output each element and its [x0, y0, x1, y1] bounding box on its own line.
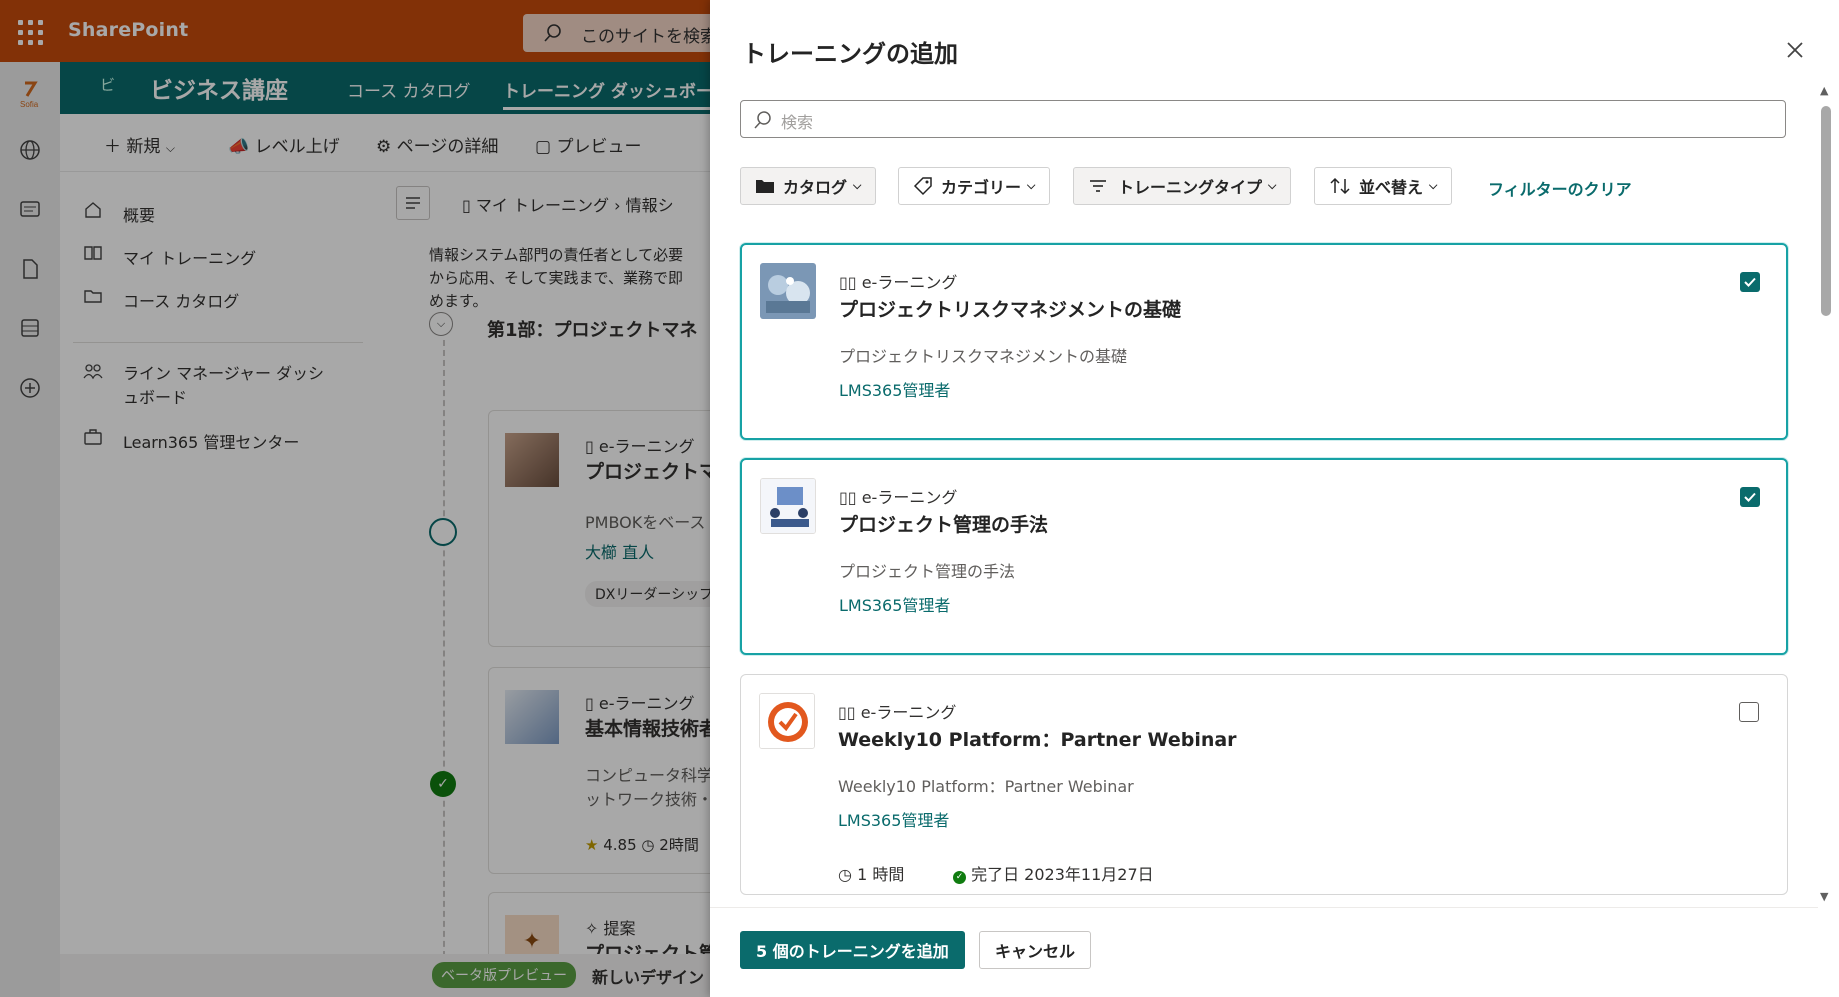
chevron-down-icon: ⌵	[1027, 179, 1036, 192]
modal-overlay[interactable]	[0, 0, 710, 997]
chevron-down-icon: ⌵	[1429, 179, 1438, 192]
search-icon	[754, 111, 771, 129]
panel-scrollbar[interactable]: ▲ ▼	[1818, 84, 1834, 907]
training-type: ▯▯ e-ラーニング	[839, 273, 958, 292]
training-type: ▯▯ e-ラーニング	[839, 488, 958, 507]
checkmark-icon	[1744, 492, 1756, 502]
search-placeholder: 検索	[781, 113, 814, 132]
clock-icon: ◷	[838, 865, 852, 884]
complete-check-icon: ✓	[953, 871, 966, 884]
clear-filters-link[interactable]: フィルターのクリア	[1488, 176, 1632, 200]
checkmark-icon	[1744, 277, 1756, 287]
training-option-card[interactable]: ▯▯ e-ラーニング プロジェクト管理の手法 プロジェクト管理の手法 LMS36…	[740, 458, 1788, 655]
training-thumbnail	[760, 263, 816, 319]
category-filter-button[interactable]: カテゴリー ⌵	[898, 167, 1051, 205]
scroll-up-icon[interactable]: ▲	[1820, 84, 1828, 97]
chevron-down-icon: ⌵	[853, 179, 862, 192]
book-icon: ▯▯	[839, 273, 857, 292]
close-icon[interactable]	[1783, 38, 1807, 62]
training-checkbox[interactable]	[1739, 702, 1759, 722]
catalog-filter-button[interactable]: カタログ ⌵	[740, 167, 877, 205]
training-checkbox[interactable]	[1740, 487, 1760, 507]
add-trainings-button[interactable]: 5 個のトレーニングを追加	[740, 931, 965, 969]
footer-divider	[710, 907, 1818, 908]
training-completed: ✓ 完了日 2023年11月27日	[953, 861, 1154, 885]
training-desc: プロジェクト管理の手法	[839, 562, 1016, 581]
training-thumbnail	[760, 478, 816, 534]
folder-icon	[756, 180, 774, 193]
training-author[interactable]: LMS365管理者	[838, 807, 949, 831]
panel-title: トレーニングの追加	[742, 40, 958, 68]
search-input[interactable]: 検索	[740, 100, 1786, 138]
panel-footer: 5 個のトレーニングを追加 キャンセル	[710, 907, 1839, 997]
scroll-thumb[interactable]	[1821, 106, 1831, 316]
training-type-filter-button[interactable]: トレーニングタイプ ⌵	[1073, 167, 1292, 205]
training-title: プロジェクトリスクマネジメントの基礎	[839, 299, 1182, 321]
training-option-card[interactable]: ▯▯ e-ラーニング Weekly10 Platform：Partner Web…	[740, 674, 1788, 895]
add-training-panel: トレーニングの追加 検索 カタログ ⌵ カテゴリー ⌵ トレーニングタイプ ⌵ …	[710, 0, 1839, 997]
sort-button[interactable]: 並べ替え ⌵	[1314, 167, 1453, 205]
training-type: ▯▯ e-ラーニング	[838, 703, 957, 722]
training-duration: ◷ 1 時間	[838, 865, 905, 884]
training-option-card[interactable]: ▯▯ e-ラーニング プロジェクトリスクマネジメントの基礎 プロジェクトリスクマ…	[740, 243, 1788, 440]
training-author[interactable]: LMS365管理者	[839, 592, 950, 616]
tag-icon	[913, 177, 932, 196]
book-icon: ▯▯	[838, 703, 856, 722]
training-desc: プロジェクトリスクマネジメントの基礎	[839, 347, 1128, 366]
training-author[interactable]: LMS365管理者	[839, 377, 950, 401]
filter-icon	[1090, 180, 1106, 192]
training-desc: Weekly10 Platform：Partner Webinar	[838, 777, 1134, 796]
training-title: Weekly10 Platform：Partner Webinar	[838, 729, 1237, 751]
sort-icon	[1330, 177, 1350, 195]
training-checkbox[interactable]	[1740, 272, 1760, 292]
chevron-down-icon: ⌵	[1268, 179, 1277, 192]
training-thumbnail	[759, 693, 815, 749]
cancel-button[interactable]: キャンセル	[979, 931, 1092, 969]
scroll-down-icon[interactable]: ▼	[1820, 890, 1828, 903]
book-icon: ▯▯	[839, 488, 857, 507]
training-title: プロジェクト管理の手法	[839, 514, 1049, 536]
